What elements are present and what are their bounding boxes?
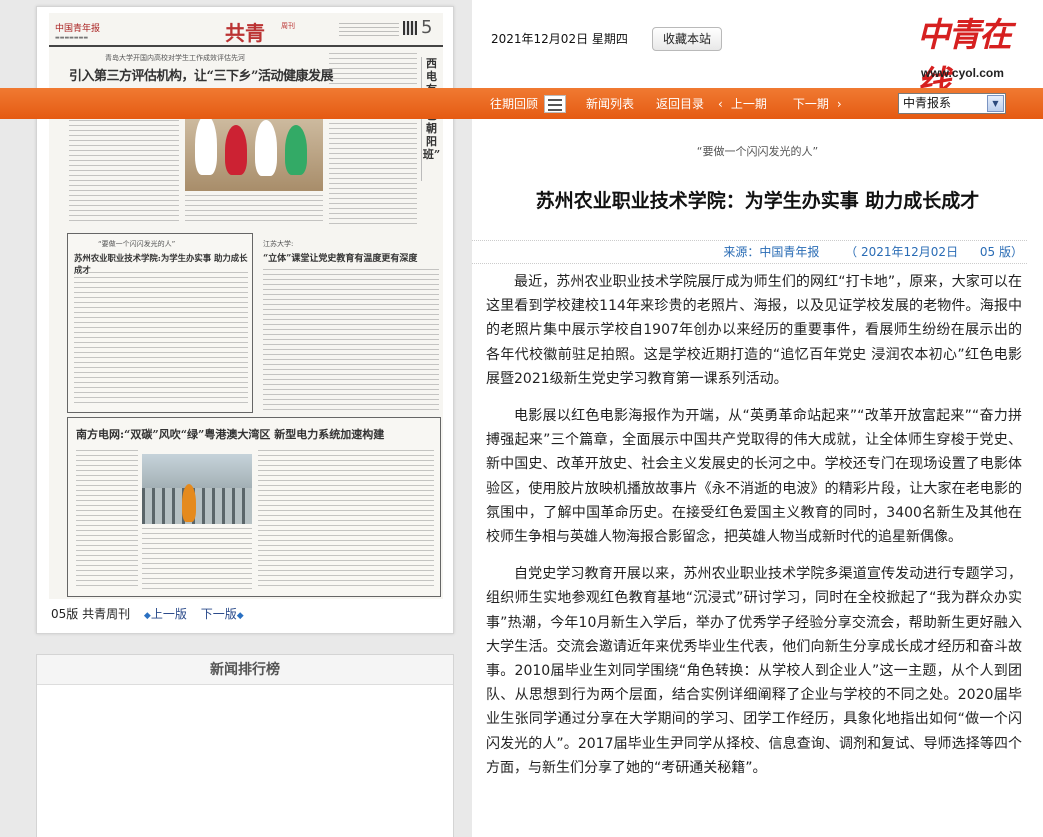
chevron-right-icon: › [836,97,842,111]
article-source-row: 来源：中国青年报 （ 2021年12月02日 05 版） [472,240,1027,264]
story2-box[interactable]: “要做一个闪闪发光的人” 苏州农业职业技术学院:为学生办实事 助力成长成才 [67,233,253,413]
paper-page-number: 5 [421,17,433,38]
paper-masthead-logo: 中国青年报 [55,24,101,34]
list-icon[interactable] [544,94,567,113]
story2-kicker: “要做一个闪闪发光的人” [98,240,176,248]
story1-kicker: 青岛大学开国内高校对学生工作成效评估先河 [105,54,245,62]
prev-page-label: 上一版 [150,607,187,621]
qr-code-icon [403,21,417,35]
news-ranking-box: 新闻排行榜 [36,654,454,837]
story3-text [263,269,439,411]
paper-page-label: 05版 共青周刊 [51,607,131,621]
nav-next-issue[interactable]: 下一期 › [793,95,842,112]
nav-archive[interactable]: 往期回顾 [490,95,538,112]
story1-text [69,105,179,225]
nav-news-list[interactable]: 新闻列表 [586,95,634,112]
vertical-headline[interactable]: 西电有个“红色朝阳班” [421,57,443,181]
newspaper-select-value: 中青报系 [903,96,952,110]
paper-section-title: 共青 [225,21,265,45]
site-logo[interactable]: 中青在线 www.cyol.com [909,8,1019,102]
article-paragraph: 最近，苏州农业职业技术学院展厅成为师生们的网红“打卡地”，原来，大家可以在这里看… [486,274,1022,387]
left-diamond-icon: ◆ [143,611,151,621]
paper-masthead: 中国青年报 ▬▬▬▬▬▬▬ 共青 周刊 5 [49,13,443,47]
story1-headline[interactable]: 引入第三方评估机构，让“三下乡”活动健康发展 [69,65,333,84]
story2-text [74,272,248,406]
article-kicker: “要做一个闪闪发光的人” [696,145,819,158]
next-page-link[interactable]: 下一版◆ [201,607,244,621]
nav-back-toc[interactable]: 返回目录 [656,95,704,112]
nav-prev-issue-label: 上一期 [730,97,767,111]
nav-prev-issue[interactable]: ‹ 上一期 [718,95,767,112]
story4-box[interactable]: 南方电网:“双碳”风吹“绿”粤港澳大湾区 新型电力系统加速构建 [67,417,441,597]
paper-masthead-date: ▬▬▬▬▬▬▬ [55,35,89,41]
story4-text [142,528,252,590]
current-date: 2021年12月02日 星期四 [491,32,628,46]
article-page: 05 版） [979,245,1023,259]
chevron-down-icon: ▼ [987,95,1004,112]
article-date: （ 2021年12月02日 [845,245,959,259]
newspaper-select[interactable]: 中青报系 ▼ [898,93,1006,114]
right-column: 2021年12月02日 星期四 收藏本站 中青在线 www.cyol.com 往… [0,0,1043,837]
story4-text [76,450,138,590]
article-source: 来源：中国青年报 [723,245,820,259]
next-page-label: 下一版 [200,607,237,621]
paper-masthead-meta [339,23,399,39]
article-body: 最近，苏州农业职业技术学院展厅成为师生们的网红“打卡地”，原来，大家可以在这里看… [486,270,1022,793]
news-ranking-title: 新闻排行榜 [37,655,453,685]
story1-text [185,195,323,225]
prev-page-link[interactable]: ◆上一版 [144,607,187,621]
story4-photo [142,454,252,524]
site-logo-url: www.cyol.com [921,66,1004,80]
story1-text [329,53,417,225]
story3-kicker: 江苏大学: [263,240,294,248]
article-title: 苏州农业职业技术学院：为学生办实事 助力成长成才 [535,190,980,212]
paper-footer: 05版 共青周刊 ◆上一版 下一版◆ [51,605,244,622]
left-column: 中国青年报 ▬▬▬▬▬▬▬ 共青 周刊 5 青岛大学开国内高校对学生工作成效评估… [0,0,472,837]
chevron-left-icon: ‹ [718,97,723,111]
story3-headline[interactable]: “立体”课堂让党史教育有温度更有深度 [263,251,439,264]
nav-next-issue-label: 下一期 [792,97,829,111]
article-paragraph: 电影展以红色电影海报作为开端，从“英勇革命站起来”“改革开放富起来”“奋力拼搏强… [486,408,1022,546]
right-diamond-icon: ◆ [236,611,244,621]
paper-section-sub: 周刊 [281,22,295,30]
article-paragraph: 自党史学习教育开展以来，苏州农业职业技术学院多渠道宣传发动进行专题学习，组织师生… [486,566,1022,776]
nav-bar: 往期回顾 新闻列表 返回目录 ‹ 上一期 下一期 › 中青报系 ▼ [0,88,1043,119]
story4-headline: 南方电网:“双碳”风吹“绿”粤港澳大湾区 新型电力系统加速构建 [76,428,385,441]
bookmark-button[interactable]: 收藏本站 [652,27,722,51]
story4-text [258,450,434,590]
